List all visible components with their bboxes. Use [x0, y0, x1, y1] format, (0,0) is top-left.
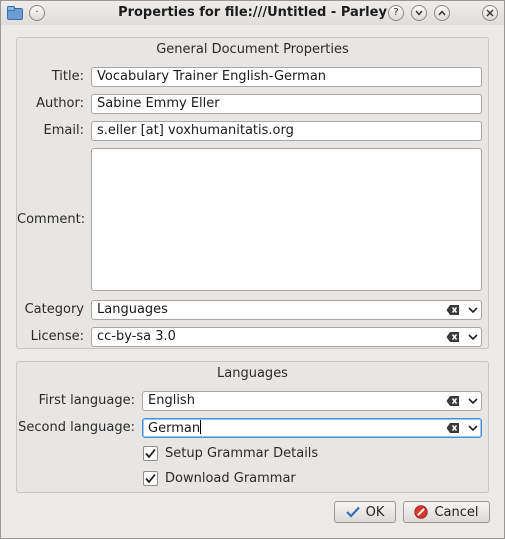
chevron-down-icon[interactable]: [468, 305, 478, 315]
checkmark-icon: [345, 506, 360, 518]
category-value: Languages: [97, 302, 168, 317]
checkmark-icon: [145, 473, 156, 484]
setup-grammar-checkbox[interactable]: [143, 446, 158, 461]
clear-icon[interactable]: [446, 422, 460, 434]
ok-button[interactable]: OK: [334, 501, 396, 523]
minimize-icon[interactable]: [411, 5, 427, 21]
general-group-title: General Document Properties: [156, 42, 349, 57]
comment-textarea[interactable]: [91, 148, 482, 291]
clear-icon[interactable]: [446, 395, 460, 407]
license-label: License:: [30, 329, 84, 344]
license-value: cc-by-sa 3.0: [97, 329, 176, 344]
download-grammar-checkbox[interactable]: [143, 471, 158, 486]
second-language-combo[interactable]: German: [142, 418, 482, 438]
download-grammar-label[interactable]: Download Grammar: [165, 471, 296, 486]
license-combo[interactable]: cc-by-sa 3.0: [91, 327, 482, 347]
clear-icon[interactable]: [446, 331, 460, 343]
second-language-label: Second language:: [18, 420, 135, 435]
chevron-down-icon[interactable]: [468, 396, 478, 406]
cancel-icon: [414, 505, 429, 519]
cancel-button[interactable]: Cancel: [403, 501, 490, 523]
checkmark-icon: [145, 448, 156, 459]
chevron-down-icon[interactable]: [468, 332, 478, 342]
ok-button-label: OK: [365, 504, 385, 520]
first-language-value: English: [148, 393, 195, 408]
close-icon[interactable]: [482, 5, 498, 21]
title-field[interactable]: Vocabulary Trainer English-German: [91, 67, 482, 87]
author-label: Author:: [36, 96, 84, 111]
cancel-button-label: Cancel: [434, 504, 479, 520]
email-label: Email:: [43, 123, 84, 138]
comment-label: Comment:: [17, 212, 86, 227]
title-label: Title:: [51, 69, 84, 84]
clear-icon[interactable]: [446, 304, 460, 316]
category-label: Category: [24, 302, 84, 317]
category-combo[interactable]: Languages: [91, 300, 482, 320]
window-title: Properties for file:///Untitled - Parley: [118, 5, 387, 20]
first-language-label: First language:: [38, 393, 135, 408]
title-bar[interactable]: · Properties for file:///Untitled - Parl…: [1, 1, 504, 25]
help-icon[interactable]: ?: [388, 5, 404, 21]
author-field[interactable]: Sabine Emmy Eller: [91, 94, 482, 114]
maximize-icon[interactable]: [434, 5, 450, 21]
second-language-value: German: [148, 421, 201, 436]
properties-dialog: · Properties for file:///Untitled - Parl…: [0, 0, 505, 539]
setup-grammar-label[interactable]: Setup Grammar Details: [165, 446, 318, 461]
languages-group-title: Languages: [217, 366, 288, 381]
email-field[interactable]: s.eller [at] voxhumanitatis.org: [91, 121, 482, 141]
chevron-down-icon[interactable]: [468, 423, 478, 433]
text-cursor: [200, 420, 202, 434]
first-language-combo[interactable]: English: [142, 391, 482, 411]
